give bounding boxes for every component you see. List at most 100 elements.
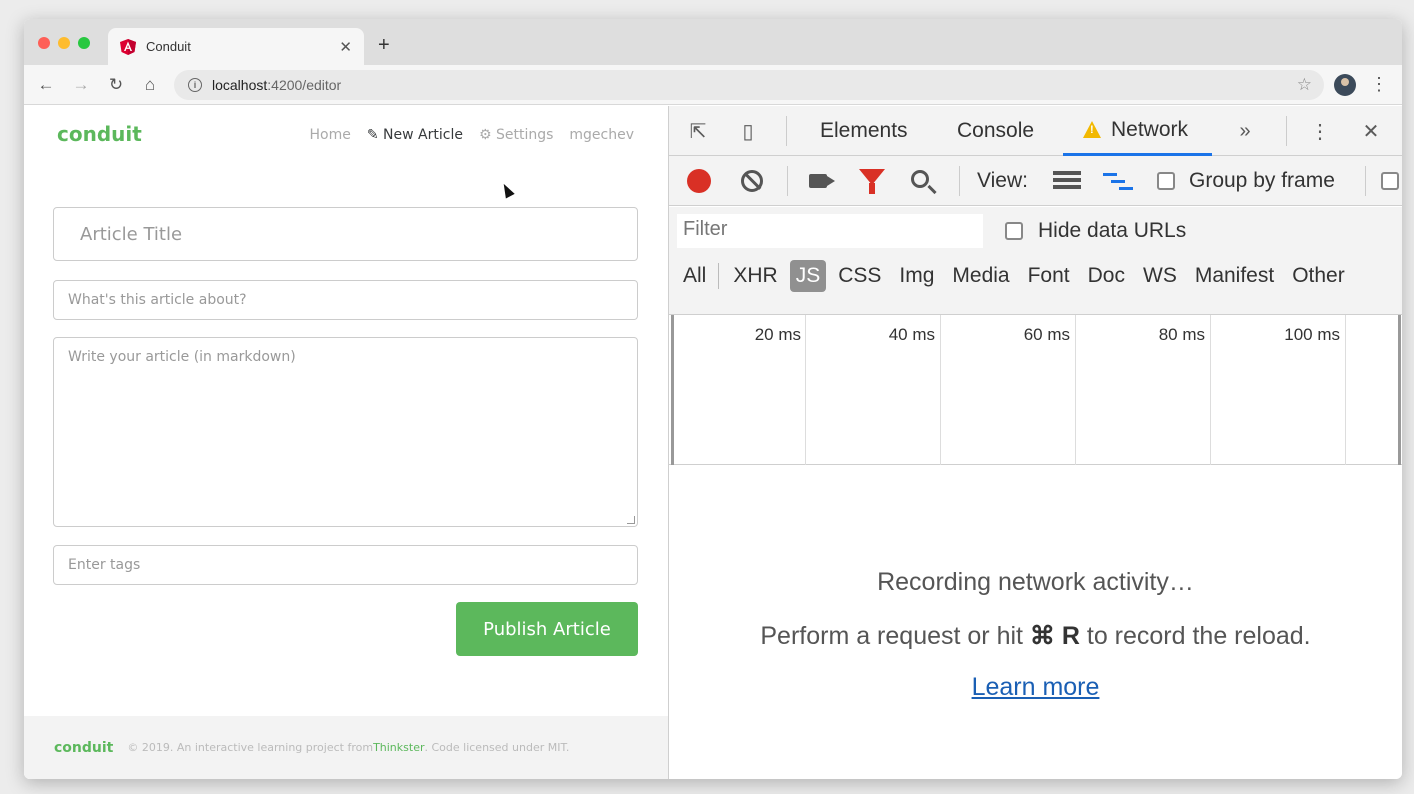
- timeline-label-20ms: 20 ms: [754, 325, 801, 344]
- network-timeline[interactable]: 20 ms 40 ms 60 ms 80 ms 100 ms: [669, 315, 1402, 465]
- timeline-gridline: [1345, 315, 1346, 465]
- forward-icon[interactable]: →: [69, 73, 93, 97]
- search-icon[interactable]: [911, 170, 929, 188]
- device-toolbar-icon[interactable]: ▯: [735, 118, 761, 144]
- nav-user[interactable]: mgechev: [569, 127, 634, 143]
- browser-menu-icon[interactable]: ⋮: [1370, 74, 1388, 95]
- publish-article-button[interactable]: Publish Article: [456, 602, 638, 656]
- article-title-input[interactable]: Article Title: [53, 207, 638, 261]
- resize-handle[interactable]: [627, 516, 635, 524]
- footer-thinkster-link[interactable]: Thinkster: [373, 741, 424, 754]
- tab-console[interactable]: Console: [957, 106, 1034, 156]
- new-tab-icon[interactable]: +: [378, 34, 390, 57]
- type-js[interactable]: JS: [789, 260, 827, 292]
- type-font[interactable]: Font: [1022, 260, 1076, 292]
- reload-hint-before: Perform a request or hit: [760, 622, 1030, 650]
- devtools-panel: ⇱ ▯ Elements Console Network » ⋮ ✕ View:: [668, 106, 1402, 779]
- nav-home[interactable]: Home: [310, 127, 351, 143]
- waterfall-view-icon[interactable]: [1103, 171, 1133, 193]
- record-icon[interactable]: [687, 169, 711, 193]
- filter-icon[interactable]: [859, 169, 885, 194]
- nav-settings[interactable]: ⚙ Settings: [479, 127, 553, 143]
- learn-more-link[interactable]: Learn more: [669, 673, 1402, 702]
- tab-title: Conduit: [146, 39, 191, 54]
- filter-input[interactable]: Filter: [677, 214, 983, 248]
- tab-network[interactable]: Network: [1063, 106, 1213, 156]
- reload-hint: Perform a request or hit ⌘ R to record t…: [669, 621, 1402, 651]
- list-view-icon[interactable]: [1053, 171, 1081, 191]
- close-devtools-icon[interactable]: ✕: [1358, 118, 1384, 144]
- type-img[interactable]: Img: [893, 260, 940, 292]
- mouse-cursor-icon: [499, 181, 515, 199]
- divider: [959, 166, 960, 196]
- tab-network-label: Network: [1111, 117, 1189, 141]
- divider: [1365, 166, 1366, 196]
- address-bar[interactable]: i localhost :4200/editor ☆: [174, 70, 1324, 100]
- hide-data-urls-checkbox[interactable]: [1005, 222, 1023, 240]
- type-xhr[interactable]: XHR: [727, 260, 783, 292]
- minimize-window-button[interactable]: [58, 37, 70, 49]
- bookmark-star-icon[interactable]: ☆: [1297, 75, 1312, 95]
- reload-icon[interactable]: ↻: [104, 73, 128, 97]
- capture-screenshots-icon[interactable]: [809, 174, 827, 188]
- hide-data-urls-label: Hide data URLs: [1038, 219, 1187, 242]
- timeline-label-100ms: 100 ms: [1284, 325, 1340, 344]
- tab-elements[interactable]: Elements: [820, 106, 908, 156]
- article-about-input[interactable]: What's this article about?: [53, 280, 638, 320]
- reload-shortcut: ⌘ R: [1029, 622, 1080, 650]
- type-doc[interactable]: Doc: [1082, 260, 1131, 292]
- tab-strip: Conduit ✕ +: [24, 19, 1402, 65]
- inspect-element-icon[interactable]: ⇱: [685, 118, 711, 144]
- footer-brand[interactable]: conduit: [54, 740, 113, 756]
- devtools-tabbar: ⇱ ▯ Elements Console Network » ⋮ ✕: [669, 106, 1402, 156]
- info-icon[interactable]: i: [188, 78, 202, 92]
- edit-icon: ✎: [366, 127, 379, 143]
- devtools-menu-icon[interactable]: ⋮: [1307, 118, 1333, 144]
- divider: [787, 166, 788, 196]
- footer-text: © 2019. An interactive learning project …: [127, 741, 374, 754]
- back-icon[interactable]: ←: [34, 73, 58, 97]
- timeline-gridline: [1210, 315, 1211, 465]
- preserve-log-checkbox[interactable]: [1381, 172, 1399, 190]
- type-manifest[interactable]: Manifest: [1189, 260, 1280, 292]
- timeline-edge: [1398, 315, 1401, 465]
- url-path: :4200/editor: [267, 77, 342, 93]
- type-css[interactable]: CSS: [832, 260, 887, 292]
- timeline-label-40ms: 40 ms: [888, 325, 935, 344]
- timeline-gridline: [1075, 315, 1076, 465]
- url-host: localhost: [212, 77, 268, 93]
- zoom-window-button[interactable]: [78, 37, 90, 49]
- type-ws[interactable]: WS: [1137, 260, 1183, 292]
- gear-icon: ⚙: [478, 127, 492, 143]
- angular-icon: [120, 38, 136, 55]
- main-nav: Home ✎ New Article ⚙ Settings mgechev: [310, 127, 634, 143]
- timeline-label-60ms: 60 ms: [1023, 325, 1070, 344]
- view-label: View:: [977, 169, 1028, 192]
- timeline-gridline: [940, 315, 941, 465]
- type-other[interactable]: Other: [1286, 260, 1351, 292]
- group-by-frame-checkbox[interactable]: [1157, 172, 1175, 190]
- close-window-button[interactable]: [38, 37, 50, 49]
- browser-tab[interactable]: Conduit ✕: [108, 28, 364, 65]
- nav-new-article-label: New Article: [383, 127, 463, 143]
- nav-new-article[interactable]: ✎ New Article: [367, 127, 463, 143]
- type-media[interactable]: Media: [946, 260, 1015, 292]
- clear-icon[interactable]: [741, 170, 763, 192]
- resource-type-filters: All XHR JS CSS Img Media Font Doc WS Man…: [677, 260, 1357, 292]
- browser-window: Conduit ✕ + ← → ↻ ⌂ i localhost :4200/ed…: [24, 19, 1402, 779]
- more-tabs-icon[interactable]: »: [1232, 118, 1258, 144]
- divider: [1286, 116, 1287, 146]
- tags-input[interactable]: Enter tags: [53, 545, 638, 585]
- footer-license: . Code licensed under MIT.: [424, 741, 570, 754]
- recording-message: Recording network activity…: [877, 568, 1194, 596]
- network-controls: View: Group by frame: [669, 156, 1402, 206]
- home-icon[interactable]: ⌂: [138, 73, 162, 97]
- warning-icon: [1083, 121, 1101, 138]
- type-all[interactable]: All: [677, 260, 712, 292]
- close-tab-icon[interactable]: ✕: [339, 38, 352, 56]
- profile-avatar[interactable]: [1334, 74, 1356, 96]
- brand-logo[interactable]: conduit: [57, 122, 142, 146]
- article-body-textarea[interactable]: Write your article (in markdown): [53, 337, 638, 527]
- timeline-gridline: [805, 315, 806, 465]
- page-footer: conduit © 2019. An interactive learning …: [24, 716, 668, 779]
